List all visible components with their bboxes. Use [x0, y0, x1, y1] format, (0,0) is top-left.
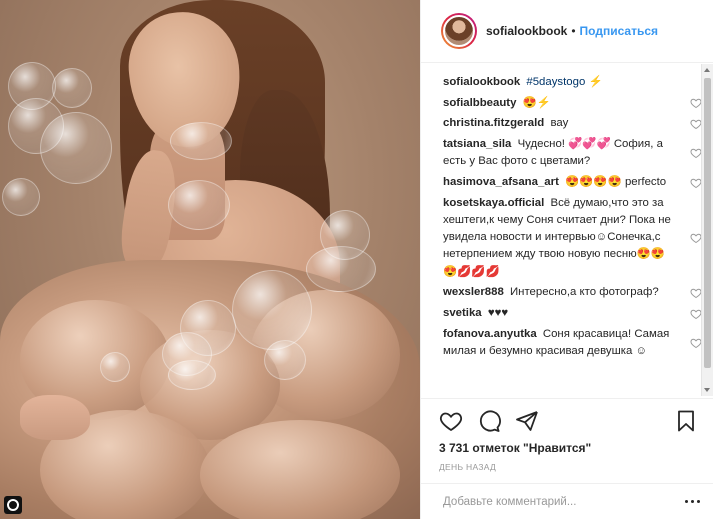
comment-username[interactable]: kosetskaya.official [443, 197, 544, 209]
comment-item: kosetskaya.official Всё думаю,что это за… [443, 195, 702, 281]
header-separator: • [571, 24, 576, 38]
soap-bubble [52, 68, 92, 108]
comments-scrollbar[interactable] [701, 64, 713, 396]
bookmark-icon[interactable] [674, 409, 698, 433]
comment-username[interactable]: svetika [443, 307, 482, 319]
scroll-down-arrow-icon[interactable] [704, 388, 710, 392]
soap-bubble [232, 270, 312, 350]
comment-text: ♥♥♥ [487, 306, 509, 319]
avatar-image [443, 15, 475, 47]
instagram-glyph-icon [4, 496, 22, 514]
soap-bubble [100, 352, 130, 382]
comment-item: svetika ♥♥♥ [443, 305, 702, 322]
comment-text: 😍⚡ [522, 96, 551, 109]
comment-username[interactable]: tatsiana_sila [443, 138, 511, 150]
comment-input[interactable] [443, 495, 673, 508]
comment-username[interactable]: wexsler888 [443, 286, 504, 298]
comment-item: wexsler888 Интересно,а кто фотограф? [443, 284, 702, 301]
likes-count[interactable]: 3 731 отметок "Нравится" [439, 441, 698, 455]
avatar[interactable] [441, 13, 477, 49]
comment-item: fofanova.anyutka Соня красавица! Самая м… [443, 326, 702, 360]
post-actions: 3 731 отметок "Нравится" ДЕНЬ НАЗАД [421, 398, 713, 472]
soap-bubble [306, 246, 376, 292]
comment-bubble-icon[interactable] [477, 409, 501, 433]
more-options-icon[interactable] [685, 500, 700, 503]
soap-bubble [168, 180, 230, 230]
photo-fingers [20, 395, 90, 440]
comment-username[interactable]: fofanova.anyutka [443, 328, 537, 340]
heart-icon[interactable] [439, 409, 463, 433]
comment-text: вау [550, 117, 569, 130]
soap-bubble [2, 178, 40, 216]
header-username[interactable]: sofialookbook [486, 24, 567, 38]
comment-item: christina.fitzgerald вау [443, 115, 702, 132]
soap-bubble [40, 112, 112, 184]
caption-emoji: ⚡ [588, 76, 603, 88]
post-timestamp[interactable]: ДЕНЬ НАЗАД [439, 462, 698, 472]
scroll-up-arrow-icon[interactable] [704, 68, 710, 72]
comment-text: Интересно,а кто фотограф? [509, 286, 659, 299]
soap-bubble [168, 360, 216, 390]
comment-text: 😍😍😍😍 perfecto [565, 176, 667, 189]
soap-bubble [264, 340, 306, 380]
follow-button[interactable]: Подписаться [580, 24, 658, 38]
comment-item: hasimova_afsana_art 😍😍😍😍 perfecto [443, 174, 702, 191]
soap-bubble [170, 122, 232, 160]
comment-username[interactable]: christina.fitzgerald [443, 117, 544, 129]
scrollbar-thumb[interactable] [704, 78, 711, 368]
paper-plane-icon[interactable] [515, 409, 539, 433]
post-header: sofialookbook • Подписаться [421, 0, 713, 63]
add-comment-bar [421, 483, 713, 519]
comment-username[interactable]: sofialbbeauty [443, 97, 516, 109]
caption-hashtag[interactable]: #5daystogo [526, 76, 585, 88]
caption: sofialookbook #5daystogo ⚡ [443, 74, 678, 91]
post-side-panel: sofialookbook • Подписаться sofialookboo… [420, 0, 713, 519]
comment-item: sofialbbeauty 😍⚡ [443, 95, 702, 112]
action-bar [439, 399, 698, 437]
post-photo[interactable] [0, 0, 420, 519]
comment-item: tatsiana_sila Чудесно! 💞💞💞 София, а есть… [443, 136, 702, 170]
comments-list[interactable]: sofialookbook #5daystogo ⚡ sofialbbeauty… [421, 64, 713, 396]
caption-username[interactable]: sofialookbook [443, 76, 520, 88]
jacket-fold [200, 420, 400, 519]
comment-username[interactable]: hasimova_afsana_art [443, 176, 559, 188]
